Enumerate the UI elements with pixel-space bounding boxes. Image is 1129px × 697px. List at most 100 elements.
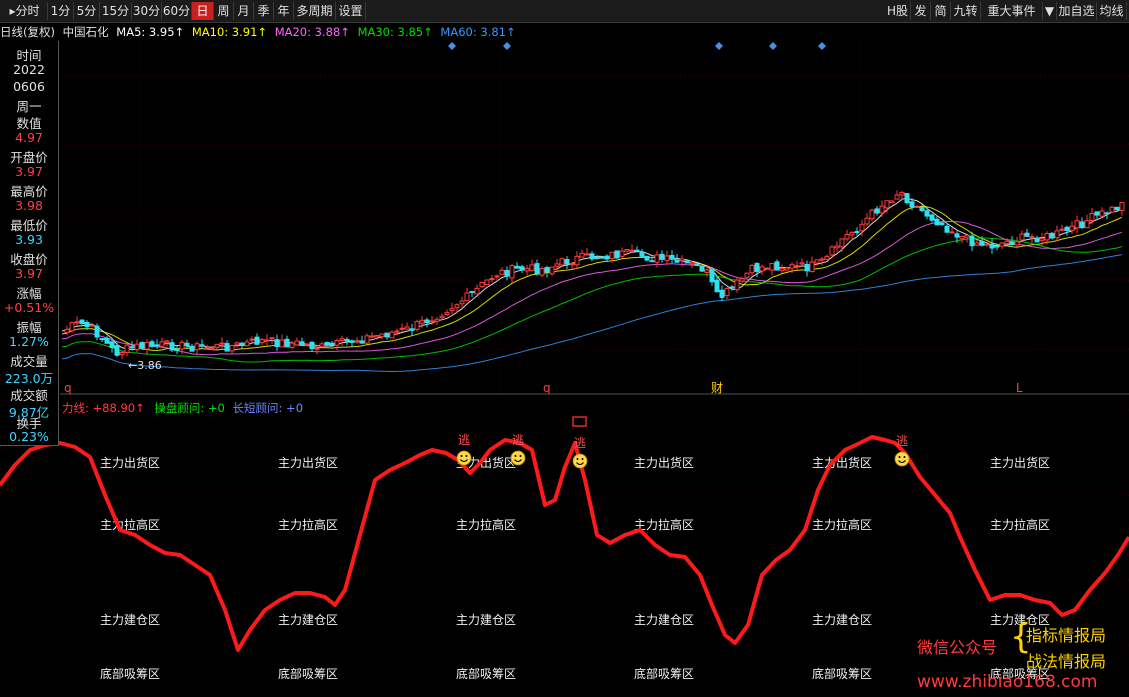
signal-diamond-icon <box>448 42 456 50</box>
event-marker[interactable]: L <box>1016 381 1023 395</box>
candle-body <box>479 282 485 287</box>
candle-body <box>649 260 655 263</box>
candle-body <box>199 344 205 347</box>
candle-body <box>844 234 850 240</box>
period-tab-3[interactable]: 15分 <box>100 2 132 20</box>
candle-body <box>1009 241 1015 245</box>
candle-body <box>179 341 185 350</box>
candle-body <box>1039 238 1045 241</box>
candle-body <box>829 246 835 256</box>
ma20-value: MA20: 3.88↑ <box>274 25 350 39</box>
candle-body <box>594 256 600 259</box>
candle-body <box>899 192 905 196</box>
zone-label-sell: 主力出货区 <box>812 455 872 470</box>
candle-body <box>539 268 545 276</box>
toolbar-right-item-1[interactable]: 发 <box>911 2 931 20</box>
candle-body <box>724 287 730 296</box>
candle-body <box>264 339 270 342</box>
candle-body <box>934 218 940 226</box>
candle-body <box>349 340 355 343</box>
candle-body <box>274 339 280 348</box>
toolbar-right-item-0[interactable]: H股 <box>885 2 911 20</box>
candle-body <box>784 267 790 271</box>
candle-body <box>1064 226 1070 231</box>
smiley-icon <box>456 450 472 466</box>
candle-body <box>609 251 615 259</box>
event-marker[interactable]: q <box>543 381 551 395</box>
candle-body <box>624 249 630 252</box>
candle-body <box>1094 211 1100 216</box>
candle-body <box>604 255 610 260</box>
candle-body <box>524 267 530 272</box>
toolbar-right-item-4[interactable]: 重大事件 <box>981 2 1043 20</box>
candle-body <box>109 341 115 349</box>
candle-body <box>214 343 220 348</box>
period-tab-0[interactable]: ▸分时 <box>2 2 48 20</box>
period-tab-9[interactable]: 季 <box>254 2 274 20</box>
toolbar-right-item-7[interactable]: 均线 <box>1097 2 1127 20</box>
signal-diamond-icon <box>769 42 777 50</box>
toolbar-right-item-2[interactable]: 简 <box>931 2 951 20</box>
candle-body <box>1034 237 1040 243</box>
period-tab-2[interactable]: 5分 <box>74 2 100 20</box>
candle-body <box>994 245 1000 248</box>
candle-body <box>509 265 515 279</box>
candle-body <box>674 259 680 263</box>
smiley-eye <box>898 456 901 458</box>
stock-name: 中国石化 <box>62 25 109 39</box>
candle-body <box>799 262 805 265</box>
period-tab-4[interactable]: 30分 <box>132 2 162 20</box>
high-value: 3.98 <box>15 198 43 213</box>
candle-body <box>499 269 505 275</box>
event-marker[interactable]: q <box>64 381 72 395</box>
candle-body <box>104 337 110 344</box>
candle-body <box>689 262 695 265</box>
toolbar-right-item-3[interactable]: 九转 <box>951 2 981 20</box>
period-tab-12[interactable]: 设置 <box>336 2 366 20</box>
wechat-label: 微信公众号 <box>917 638 998 657</box>
candle-body <box>424 319 430 324</box>
toolbar-right-item-6[interactable]: 加自选 <box>1057 2 1097 20</box>
candle-body <box>189 345 195 352</box>
candle-body <box>774 261 780 271</box>
candle-body <box>64 328 70 334</box>
candle-body <box>129 346 135 349</box>
zone-label-sell: 主力出货区 <box>990 455 1050 470</box>
period-label[interactable]: 日线(复权) <box>0 25 55 39</box>
candle-body <box>154 344 160 347</box>
smiley-icon <box>894 451 910 467</box>
candlestick-chart[interactable]: ←3.86 q q 财 L <box>0 41 1129 395</box>
candle-body <box>484 279 490 286</box>
smiley-eye <box>519 455 522 457</box>
period-tab-10[interactable]: 年 <box>274 2 294 20</box>
low-value: 3.93 <box>15 232 43 247</box>
candle-body <box>344 338 350 342</box>
period-tab-5[interactable]: 60分 <box>162 2 192 20</box>
candle-body <box>884 200 890 209</box>
candle-body <box>904 193 910 204</box>
candle-body <box>1104 212 1110 215</box>
candle-body <box>564 259 570 265</box>
period-tab-7[interactable]: 周 <box>214 2 234 20</box>
candle-body <box>354 340 360 343</box>
candle-body <box>449 308 455 312</box>
candle-body <box>959 235 965 240</box>
candle-body <box>304 343 310 346</box>
period-tab-11[interactable]: 多周期 <box>294 2 336 20</box>
period-tab-8[interactable]: 月 <box>234 2 254 20</box>
candle-body <box>144 342 150 350</box>
candle-body <box>259 339 265 344</box>
ma60-value: MA60: 3.81↑ <box>440 25 516 39</box>
candle-body <box>574 255 580 266</box>
escape-label: 逃 <box>458 433 470 447</box>
candle-body <box>969 235 975 247</box>
candle-body <box>694 264 700 267</box>
candle-body <box>439 315 445 319</box>
candle-body <box>299 341 305 346</box>
candle-body <box>279 339 285 348</box>
toolbar-right-item-5[interactable]: ▼ <box>1043 2 1057 20</box>
period-tab-6[interactable]: 日 <box>192 2 214 20</box>
candle-body <box>639 251 645 257</box>
period-tab-1[interactable]: 1分 <box>48 2 74 20</box>
event-marker[interactable]: 财 <box>711 381 723 395</box>
